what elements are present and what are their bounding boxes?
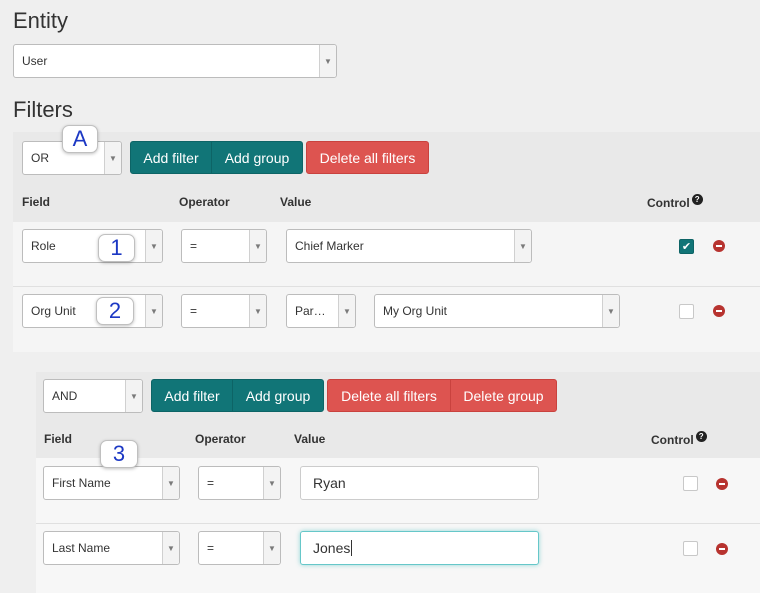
outer-delete-all-button[interactable]: Delete all filters bbox=[306, 141, 429, 174]
callout-3: 3 bbox=[100, 440, 138, 468]
rule-2-operator-value: = bbox=[190, 304, 198, 318]
entity-select[interactable]: User ▼ bbox=[13, 44, 337, 78]
rule-4-control-checkbox[interactable] bbox=[683, 541, 698, 556]
inner-value-column-header: Value bbox=[294, 432, 326, 446]
chevron-down-icon: ▼ bbox=[249, 230, 266, 262]
chevron-down-icon: ▼ bbox=[104, 142, 121, 174]
outer-add-filter-button[interactable]: Add filter bbox=[130, 141, 212, 174]
minus-circle-icon[interactable] bbox=[716, 543, 728, 555]
rule-3-operator-select[interactable]: = ▼ bbox=[198, 466, 281, 500]
rule-1-value-select[interactable]: Chief Marker ▼ bbox=[286, 229, 532, 263]
outer-value-column-header: Value bbox=[280, 195, 312, 209]
row-divider bbox=[36, 523, 760, 524]
inner-field-column-header: Field bbox=[44, 432, 73, 446]
question-circle-icon[interactable]: ? bbox=[695, 431, 707, 442]
rule-1-value-value: Chief Marker bbox=[295, 239, 364, 253]
rule-2-value-mode-value: Par… bbox=[295, 304, 326, 318]
chevron-down-icon: ▼ bbox=[514, 230, 531, 262]
chevron-down-icon: ▼ bbox=[249, 295, 266, 327]
rule-1-operator-value: = bbox=[190, 239, 198, 253]
chevron-down-icon: ▼ bbox=[263, 532, 280, 564]
chevron-down-icon: ▼ bbox=[162, 532, 179, 564]
inner-condition-select[interactable]: AND ▼ bbox=[43, 379, 143, 413]
rule-3-value-input[interactable]: Ryan bbox=[300, 466, 539, 500]
rule-4-field-select[interactable]: Last Name ▼ bbox=[43, 531, 180, 565]
entity-heading: Entity bbox=[13, 8, 69, 33]
checkmark-icon: ✔ bbox=[681, 241, 692, 253]
rule-1-control-checkbox[interactable]: ✔ bbox=[679, 239, 694, 254]
minus-circle-icon[interactable] bbox=[716, 478, 728, 490]
rule-4-operator-value: = bbox=[207, 541, 215, 555]
outer-add-group-button[interactable]: Add group bbox=[211, 141, 303, 174]
chevron-down-icon: ▼ bbox=[145, 295, 162, 327]
rule-2-value-mode-select[interactable]: Par… ▼ bbox=[286, 294, 356, 328]
rule-4-value-text: Jones bbox=[313, 540, 351, 556]
chevron-down-icon: ▼ bbox=[145, 230, 162, 262]
filters-heading: Filters bbox=[13, 97, 73, 122]
chevron-down-icon: ▼ bbox=[602, 295, 619, 327]
rule-3-value-text: Ryan bbox=[313, 475, 346, 491]
inner-delete-group-button[interactable]: Delete group bbox=[450, 379, 557, 412]
chevron-down-icon: ▼ bbox=[319, 45, 336, 77]
outer-condition-value: OR bbox=[31, 151, 49, 165]
rule-4-operator-select[interactable]: = ▼ bbox=[198, 531, 281, 565]
rule-4-value-input[interactable]: Jones bbox=[300, 531, 539, 565]
rule-2-operator-select[interactable]: = ▼ bbox=[181, 294, 267, 328]
callout-1: 1 bbox=[98, 234, 135, 262]
minus-circle-icon[interactable] bbox=[713, 305, 725, 317]
rule-1-operator-select[interactable]: = ▼ bbox=[181, 229, 267, 263]
callout-2: 2 bbox=[96, 297, 134, 325]
rule-1-field-select[interactable]: Role ▼ bbox=[22, 229, 163, 263]
rule-3-control-checkbox[interactable] bbox=[683, 476, 698, 491]
chevron-down-icon: ▼ bbox=[263, 467, 280, 499]
callout-a: A bbox=[62, 125, 98, 153]
rule-2-value-select[interactable]: My Org Unit ▼ bbox=[374, 294, 620, 328]
chevron-down-icon: ▼ bbox=[162, 467, 179, 499]
inner-condition-value: AND bbox=[52, 389, 78, 403]
inner-add-group-button[interactable]: Add group bbox=[232, 379, 324, 412]
inner-control-label: Control bbox=[651, 433, 694, 447]
chevron-down-icon: ▼ bbox=[338, 295, 355, 327]
minus-circle-icon[interactable] bbox=[713, 240, 725, 252]
rule-2-value-value: My Org Unit bbox=[383, 304, 448, 318]
inner-control-column-header: Control? bbox=[651, 431, 707, 447]
chevron-down-icon: ▼ bbox=[125, 380, 142, 412]
rule-3-field-value: First Name bbox=[52, 476, 111, 490]
outer-control-column-header: Control? bbox=[647, 194, 703, 210]
question-circle-icon[interactable]: ? bbox=[691, 194, 703, 205]
outer-operator-column-header: Operator bbox=[179, 195, 230, 209]
row-divider bbox=[13, 286, 760, 287]
rule-3-field-select[interactable]: First Name ▼ bbox=[43, 466, 180, 500]
inner-add-filter-button[interactable]: Add filter bbox=[151, 379, 233, 412]
text-caret bbox=[351, 540, 353, 556]
rule-3-operator-value: = bbox=[207, 476, 215, 490]
outer-control-label: Control bbox=[647, 196, 690, 210]
inner-delete-all-button[interactable]: Delete all filters bbox=[327, 379, 451, 412]
rule-2-field-select[interactable]: Org Unit ▼ bbox=[22, 294, 163, 328]
inner-operator-column-header: Operator bbox=[195, 432, 246, 446]
outer-field-column-header: Field bbox=[22, 195, 51, 209]
rule-2-control-checkbox[interactable] bbox=[679, 304, 694, 319]
rule-4-field-value: Last Name bbox=[52, 541, 111, 555]
entity-select-value: User bbox=[22, 54, 48, 68]
